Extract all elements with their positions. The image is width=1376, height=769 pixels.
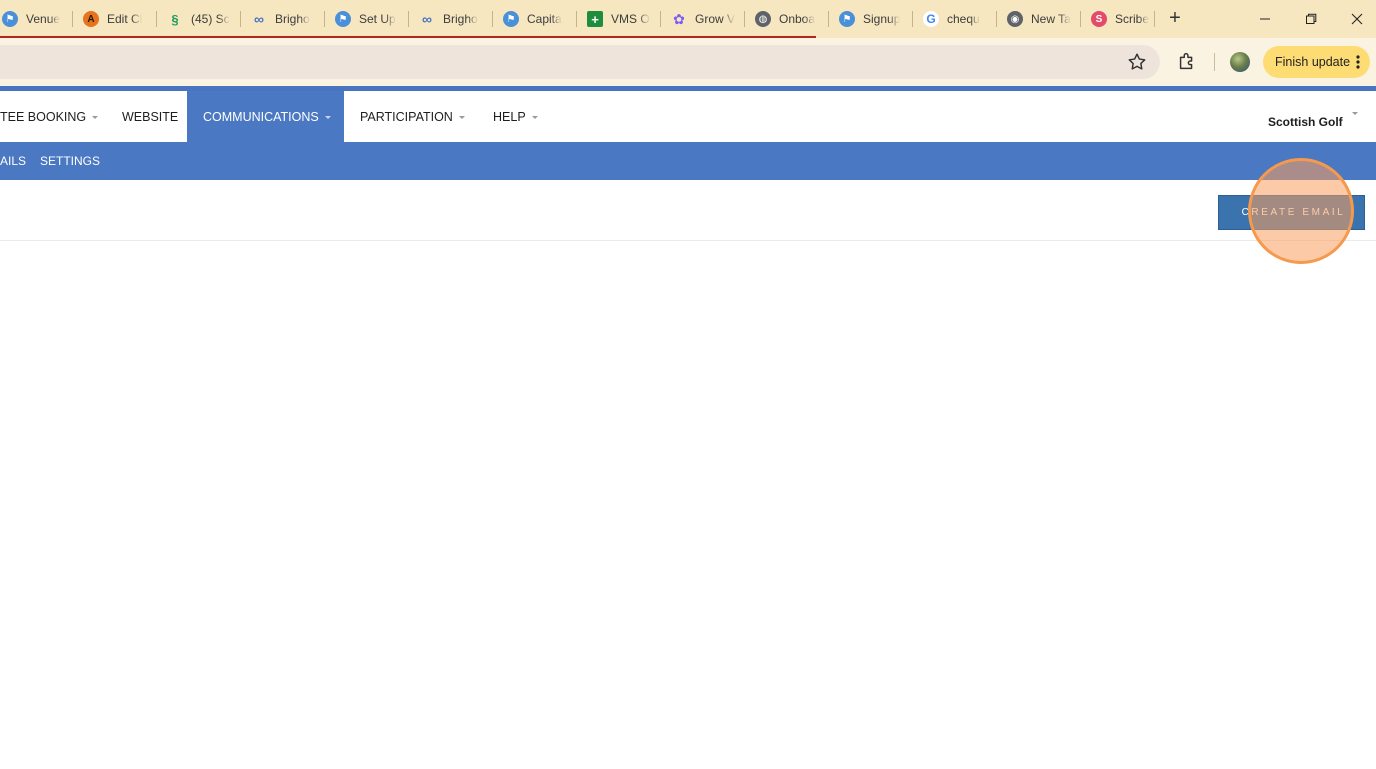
- tab-title: Brigho: [443, 12, 478, 26]
- tab-title: VMS O: [611, 12, 650, 26]
- nav-participation[interactable]: PARTICIPATION: [360, 91, 470, 142]
- main-navigation: TEE BOOKING WEBSITE COMMUNICATIONS PARTI…: [0, 91, 1376, 142]
- toolbar-divider: [1214, 53, 1215, 71]
- sheets-plus-icon: +: [587, 11, 603, 27]
- tab-capital[interactable]: ⚑ Capita: [493, 0, 576, 38]
- finish-update-label: Finish update: [1275, 55, 1351, 69]
- tab-title: Signup: [863, 12, 901, 26]
- nav-label: HELP: [493, 109, 526, 124]
- bookmark-star-icon[interactable]: [1126, 51, 1148, 73]
- subnav-settings[interactable]: SETTINGS: [40, 142, 100, 180]
- extensions-puzzle-icon[interactable]: [1176, 50, 1198, 72]
- nav-label: WEBSITE: [122, 109, 179, 124]
- tab-title: (45) Sc: [191, 12, 230, 26]
- new-tab-button[interactable]: +: [1164, 8, 1186, 30]
- chrome-icon: ◉: [1007, 11, 1023, 27]
- organisation-switcher[interactable]: Scottish Golf: [1268, 115, 1343, 129]
- google-g-icon: G: [923, 11, 939, 27]
- tab-cheque[interactable]: G chequ: [913, 0, 996, 38]
- tab-title: Venue: [26, 12, 61, 26]
- tab-edit-club[interactable]: A Edit Cl: [73, 0, 156, 38]
- tab-title: Edit Cl: [107, 12, 143, 26]
- tab-list: ⚑ Venue A Edit Cl § (45) Sc ∞ Brigho ⚑ S…: [0, 0, 1155, 38]
- tab-scribe[interactable]: S Scribe: [1081, 0, 1154, 38]
- profile-avatar[interactable]: [1230, 52, 1250, 72]
- tab-venue[interactable]: ⚑ Venue: [0, 0, 72, 38]
- address-bar[interactable]: [0, 45, 1160, 79]
- golf-flag-icon: ⚑: [2, 11, 18, 27]
- finish-update-button[interactable]: Finish update: [1263, 46, 1370, 78]
- scribe-icon: S: [1091, 11, 1107, 27]
- globe-icon: ◍: [755, 11, 771, 27]
- tab-title: Onboa: [779, 12, 816, 26]
- sub-navigation: AILS SETTINGS: [0, 142, 1376, 180]
- nav-label: COMMUNICATIONS: [203, 109, 319, 124]
- minimize-button[interactable]: [1242, 0, 1288, 38]
- nav-website[interactable]: WEBSITE: [122, 91, 182, 142]
- tab-vms[interactable]: + VMS O: [577, 0, 660, 38]
- page-action-bar: CREATE EMAIL: [0, 180, 1376, 241]
- link-icon: ∞: [422, 11, 432, 27]
- create-email-button[interactable]: CREATE EMAIL: [1218, 195, 1365, 230]
- tab-title: Brigho: [275, 12, 310, 26]
- browser-tab-strip: ⚑ Venue A Edit Cl § (45) Sc ∞ Brigho ⚑ S…: [0, 0, 1376, 38]
- restore-button[interactable]: [1288, 0, 1334, 38]
- tab-title: Set Up: [359, 12, 396, 26]
- subnav-emails[interactable]: AILS: [0, 142, 26, 180]
- chevron-down-icon[interactable]: [1352, 112, 1358, 115]
- tab-brighton-1[interactable]: ∞ Brigho: [241, 0, 324, 38]
- tab-title: New Ta: [1031, 12, 1071, 26]
- minimize-icon: [1260, 18, 1270, 20]
- tab-brighton-2[interactable]: ∞ Brigho: [409, 0, 492, 38]
- link-icon: ∞: [254, 11, 264, 27]
- nav-label: TEE BOOKING: [0, 109, 87, 124]
- tab-onboard[interactable]: ◍ Onboa: [745, 0, 828, 38]
- chevron-down-icon: [92, 115, 99, 119]
- tab-title: Capita: [527, 12, 562, 26]
- link-icon: §: [171, 11, 179, 27]
- more-vertical-icon: [1356, 55, 1360, 69]
- tab-grow[interactable]: ✿ Grow V: [661, 0, 744, 38]
- golf-flag-icon: ⚑: [839, 11, 855, 27]
- tab-title: Grow V: [695, 12, 736, 26]
- tab-new-tab[interactable]: ◉ New Ta: [997, 0, 1080, 38]
- a-logo-icon: A: [83, 11, 99, 27]
- tab-set-up[interactable]: ⚑ Set Up: [325, 0, 408, 38]
- nav-help[interactable]: HELP: [493, 91, 543, 142]
- chevron-down-icon: [324, 115, 331, 119]
- browser-toolbar: Finish update: [0, 38, 1376, 86]
- tab-title: Scribe: [1115, 12, 1150, 26]
- close-icon: [1351, 13, 1363, 25]
- close-window-button[interactable]: [1334, 0, 1376, 38]
- chevron-down-icon: [458, 115, 465, 119]
- chevron-down-icon: [531, 115, 538, 119]
- nav-label: PARTICIPATION: [360, 109, 453, 124]
- tab-signup[interactable]: ⚑ Signup: [829, 0, 912, 38]
- flower-icon: ✿: [673, 10, 685, 27]
- tab-45-sc[interactable]: § (45) Sc: [157, 0, 240, 38]
- nav-communications[interactable]: COMMUNICATIONS: [187, 91, 344, 142]
- restore-icon: [1306, 13, 1317, 24]
- golf-flag-icon: ⚑: [503, 11, 519, 27]
- nav-tee-booking[interactable]: TEE BOOKING: [0, 91, 106, 142]
- tab-title: chequ: [947, 12, 980, 26]
- golf-flag-icon: ⚑: [335, 11, 351, 27]
- tab-divider: [1154, 11, 1155, 27]
